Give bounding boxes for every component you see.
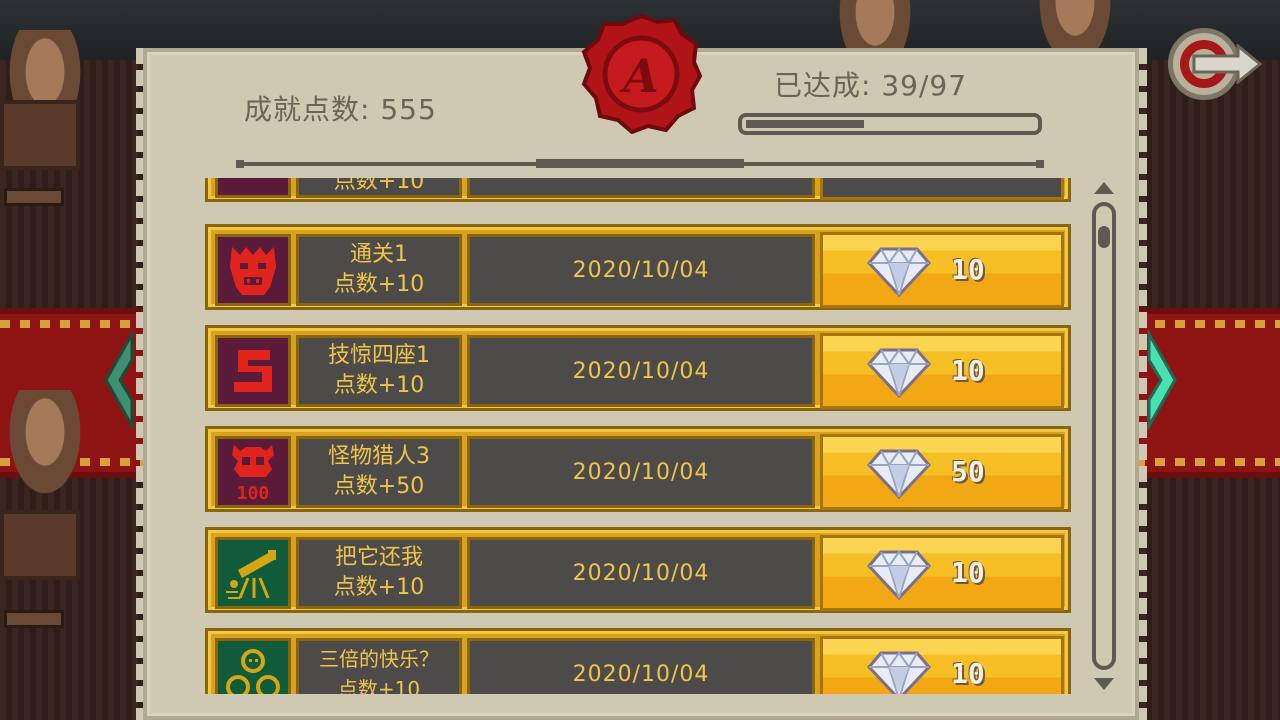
previous-page-arrow[interactable] [100, 330, 136, 430]
header-divider-accent [536, 159, 744, 168]
achievement-date: 2020/10/04 [467, 436, 815, 508]
list-scrollbar[interactable] [1090, 178, 1118, 694]
claim-reward-button[interactable]: 10 [820, 535, 1064, 611]
wax-seal-icon: A [581, 13, 703, 134]
progress-fill [746, 120, 865, 128]
claim-reward-button[interactable]: 10 [820, 232, 1064, 308]
achievement-name: 技惊四座1 [328, 343, 430, 368]
telescope-icon [215, 537, 291, 609]
achievement-row: 把它还我 点数+10 2020/10/04 10 [205, 527, 1071, 613]
achievement-name-box: 把它还我 点数+10 [296, 537, 462, 609]
pedestal [0, 510, 80, 580]
achievement-name-box: 通关1 点数+10 [296, 234, 462, 306]
plaque [4, 188, 64, 206]
achievement-list[interactable]: 点数+10 通关1 点数+10 2020/10/04 10 技惊四座1 点数+1… [205, 178, 1075, 694]
scrollbar-track[interactable] [1092, 202, 1116, 670]
achievement-score: 成就点数: 555 [244, 93, 437, 126]
plaque [4, 610, 64, 628]
achievement-icon [215, 178, 291, 198]
svg-text:100: 100 [237, 483, 270, 504]
achievement-row: 100 怪物猎人3 点数+50 2020/10/04 50 [205, 426, 1071, 512]
exit-arrow-icon [1192, 44, 1262, 84]
achievement-progress-text: 已达成: 39/97 [774, 69, 968, 102]
achievement-row: 通关1 点数+10 2020/10/04 10 [205, 224, 1071, 310]
letter-s-icon [215, 335, 291, 407]
diamond-icon [867, 247, 931, 297]
next-page-arrow[interactable] [1145, 330, 1181, 430]
achievement-date-box [467, 178, 815, 198]
claim-reward-button[interactable]: 10 [820, 636, 1064, 694]
diamond-icon [867, 550, 931, 600]
achievement-name: 怪物猎人3 [328, 444, 430, 469]
achievement-points: 点数+10 [333, 373, 425, 398]
scroll-up-arrow-icon[interactable] [1092, 178, 1116, 196]
pedestal [0, 100, 80, 170]
bust-statue [0, 390, 90, 510]
achievement-row-partial: 点数+10 [205, 178, 1071, 202]
achievement-progress-bar [738, 113, 1042, 135]
achievement-name: 通关1 [350, 242, 408, 267]
scrollbar-thumb[interactable] [1098, 226, 1110, 248]
reward-amount: 10 [951, 556, 985, 589]
back-button[interactable] [1168, 22, 1264, 102]
achievement-name-box: 点数+10 [296, 178, 462, 198]
achievement-points: 点数+10 [333, 272, 425, 297]
claim-reward-button[interactable]: 10 [820, 333, 1064, 409]
achievement-points: 点数+50 [333, 474, 425, 499]
monster-100-icon: 100 [215, 436, 291, 508]
achievement-name: 把它还我 [334, 545, 423, 570]
diamond-icon [867, 651, 931, 694]
reward-amount: 10 [951, 657, 985, 690]
achievement-points: 点数+10 [337, 677, 421, 694]
scroll-down-arrow-icon[interactable] [1092, 676, 1116, 694]
achievement-date: 2020/10/04 [467, 234, 815, 306]
achievement-points: 点数+10 [333, 178, 425, 194]
claim-reward-button[interactable]: 50 [820, 434, 1064, 510]
achievement-name-box: 怪物猎人3 点数+50 [296, 436, 462, 508]
wax-seal-letter: A [619, 49, 659, 103]
demon-face-icon [215, 234, 291, 306]
achievement-name: 三倍的快乐？ [319, 647, 439, 671]
achievement-date: 2020/10/04 [467, 335, 815, 407]
achievement-reward-box [820, 178, 1064, 200]
achievement-points: 点数+10 [333, 575, 425, 600]
reward-amount: 10 [951, 253, 985, 286]
achievement-name-box: 三倍的快乐？ 点数+10 [296, 638, 462, 694]
achievement-row: 三倍的快乐？ 点数+10 2020/10/04 10 [205, 628, 1071, 694]
reward-amount: 50 [951, 455, 985, 488]
reward-amount: 10 [951, 354, 985, 387]
achievement-date: 2020/10/04 [467, 537, 815, 609]
achievement-name-box: 技惊四座1 点数+10 [296, 335, 462, 407]
diamond-icon [867, 348, 931, 398]
triple-faces-icon [215, 638, 291, 694]
achievement-row: 技惊四座1 点数+10 2020/10/04 10 [205, 325, 1071, 411]
achievement-date: 2020/10/04 [467, 638, 815, 694]
diamond-icon [867, 449, 931, 499]
